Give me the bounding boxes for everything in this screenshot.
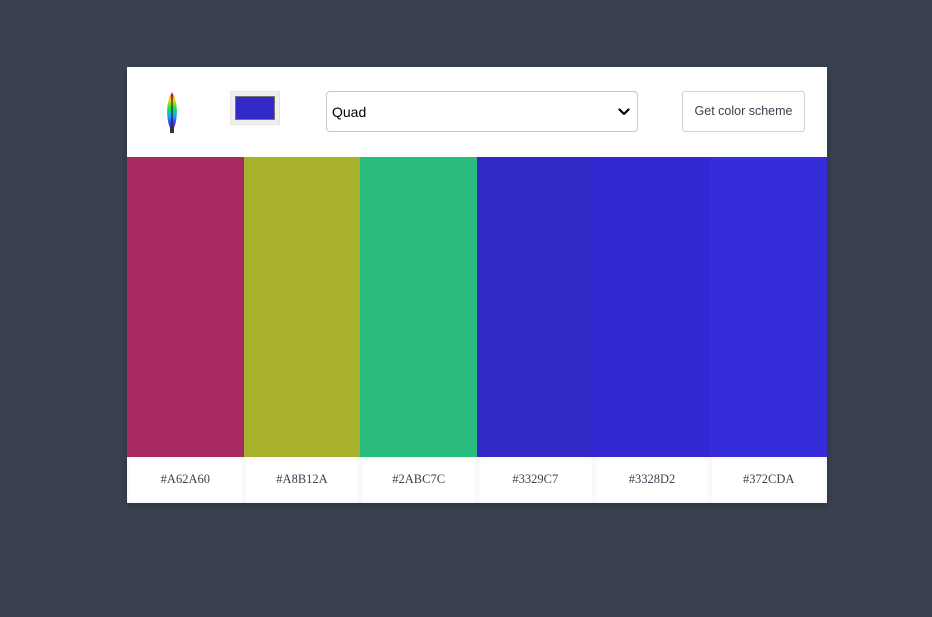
- color-hex-label[interactable]: #372CDA: [710, 457, 828, 503]
- get-color-scheme-button[interactable]: Get color scheme: [682, 91, 805, 132]
- scheme-mode-select[interactable]: Quad: [326, 91, 638, 132]
- chevron-down-icon: [618, 108, 630, 116]
- seed-color-picker[interactable]: [230, 91, 280, 125]
- color-wheel-icon: [167, 92, 177, 133]
- color-hex-label[interactable]: #2ABC7C: [360, 457, 478, 503]
- color-block[interactable]: [593, 157, 711, 457]
- color-block[interactable]: [710, 157, 828, 457]
- color-hex-label[interactable]: #3329C7: [477, 457, 594, 503]
- palette-column[interactable]: #A8B12A: [243, 157, 361, 503]
- color-scheme-card: Quad Get color scheme #A62A60 #A8B12A #2…: [127, 67, 828, 503]
- header: Quad Get color scheme: [127, 67, 827, 157]
- color-palette: #A62A60 #A8B12A #2ABC7C #3329C7 #3328D2 …: [127, 157, 828, 503]
- color-block[interactable]: [477, 157, 594, 457]
- color-hex-label[interactable]: #A62A60: [127, 457, 244, 503]
- color-hex-label[interactable]: #3328D2: [593, 457, 711, 503]
- color-block[interactable]: [360, 157, 478, 457]
- color-hex-label[interactable]: #A8B12A: [243, 457, 361, 503]
- seed-color-swatch: [235, 96, 275, 120]
- palette-column[interactable]: #A62A60: [127, 157, 244, 503]
- scheme-mode-value: Quad: [332, 104, 367, 120]
- palette-column[interactable]: #3328D2: [593, 157, 711, 503]
- palette-column[interactable]: #2ABC7C: [360, 157, 478, 503]
- color-block[interactable]: [127, 157, 244, 457]
- color-block[interactable]: [243, 157, 361, 457]
- palette-column[interactable]: #372CDA: [710, 157, 828, 503]
- palette-column[interactable]: #3329C7: [477, 157, 594, 503]
